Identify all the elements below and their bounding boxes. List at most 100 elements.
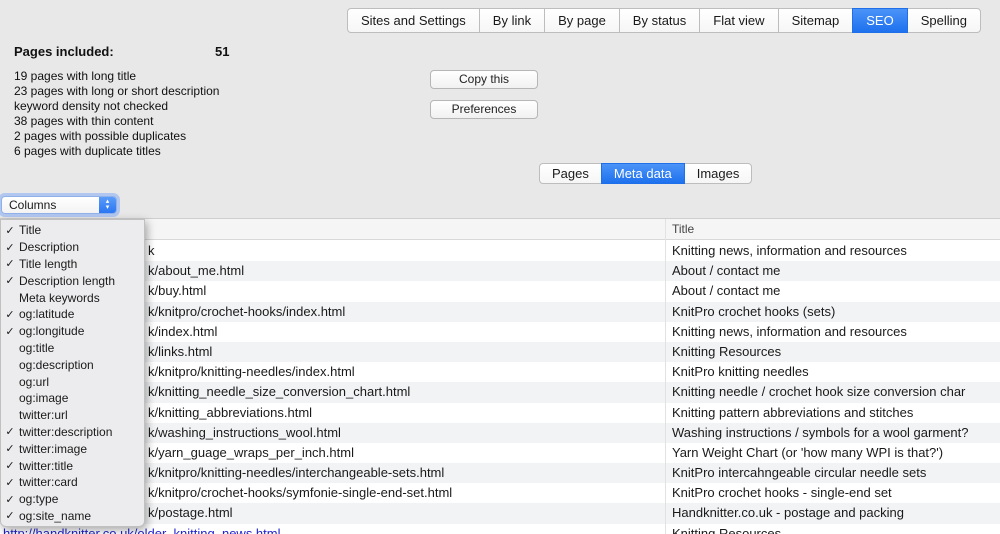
- columns-menu-item[interactable]: ✓ Description: [1, 239, 144, 256]
- main-tab[interactable]: By link: [479, 8, 545, 33]
- table-row[interactable]: k/knitpro/knitting-needles/index.html Kn…: [0, 362, 1000, 382]
- table-row[interactable]: k/knitpro/crochet-hooks/symfonie-single-…: [0, 483, 1000, 503]
- checkmark-icon: ✓: [1, 257, 19, 270]
- table-row[interactable]: k/washing_instructions_wool.html Washing…: [0, 423, 1000, 443]
- checkmark-icon: ✓: [1, 509, 19, 522]
- checkmark-icon: ✓: [1, 224, 19, 237]
- title-cell: Knitting Resources: [672, 342, 1000, 362]
- title-cell: Knitting Resources: [672, 524, 1000, 534]
- menu-item-label: og:url: [19, 375, 49, 389]
- main-tab[interactable]: SEO: [852, 8, 907, 33]
- columns-menu-item[interactable]: ✓ twitter:image: [1, 440, 144, 457]
- main-tab[interactable]: Sitemap: [778, 8, 854, 33]
- columns-menu-item[interactable]: ✓ twitter:card: [1, 474, 144, 491]
- title-cell: Knitting pattern abbreviations and stitc…: [672, 403, 1000, 423]
- table-row[interactable]: k/index.html Knitting news, information …: [0, 322, 1000, 342]
- tab-label: Flat view: [713, 13, 764, 28]
- menu-item-label: og:latitude: [19, 307, 74, 321]
- subtab[interactable]: Images: [684, 163, 753, 184]
- title-column-header[interactable]: Title: [672, 219, 694, 240]
- checkmark-icon: ✓: [1, 241, 19, 254]
- title-cell: KnitPro crochet hooks - single-end set: [672, 483, 1000, 503]
- title-cell: About / contact me: [672, 261, 1000, 281]
- menu-item-label: twitter:description: [19, 425, 112, 439]
- columns-menu-item[interactable]: ✓ Title length: [1, 256, 144, 273]
- table-row[interactable]: k/buy.html About / contact me: [0, 281, 1000, 301]
- results-table: Title k Knitting news, information and r…: [0, 218, 1000, 534]
- main-tab[interactable]: Flat view: [699, 8, 778, 33]
- menu-item-label: og:title: [19, 341, 54, 355]
- subtab-label: Images: [697, 166, 740, 181]
- seo-tool-window: Sites and Settings By link By page By st…: [0, 0, 1000, 534]
- subtab[interactable]: Pages: [539, 163, 602, 184]
- menu-item-label: og:description: [19, 358, 94, 372]
- menu-item-label: twitter:title: [19, 459, 73, 473]
- columns-menu-item[interactable]: og:title: [1, 340, 144, 357]
- column-divider: [665, 219, 666, 534]
- stat-line: 38 pages with thin content: [14, 114, 414, 129]
- tab-label: By page: [558, 13, 606, 28]
- columns-menu-item[interactable]: ✓ twitter:description: [1, 424, 144, 441]
- columns-menu-item[interactable]: ✓ Title: [1, 222, 144, 239]
- checkmark-icon: ✓: [1, 459, 19, 472]
- columns-menu-item[interactable]: ✓ og:site_name: [1, 508, 144, 525]
- tab-label: By link: [493, 13, 531, 28]
- table-row[interactable]: http://handknitter.co.uk/older_knitting_…: [0, 524, 1000, 534]
- table-row[interactable]: k Knitting news, information and resourc…: [0, 241, 1000, 261]
- title-cell: Knitting needle / crochet hook size conv…: [672, 382, 1000, 402]
- columns-menu-item[interactable]: og:url: [1, 373, 144, 390]
- menu-item-label: Title: [19, 223, 41, 237]
- title-cell: Washing instructions / symbols for a woo…: [672, 423, 1000, 443]
- subtab[interactable]: Meta data: [601, 163, 685, 184]
- table-row[interactable]: k/about_me.html About / contact me: [0, 261, 1000, 281]
- columns-menu-item[interactable]: ✓ og:latitude: [1, 306, 144, 323]
- checkmark-icon: ✓: [1, 325, 19, 338]
- caret-down-icon: ▾: [106, 205, 110, 211]
- columns-dropdown-button[interactable]: Columns ▴ ▾: [1, 196, 117, 214]
- tab-label: Sitemap: [792, 13, 840, 28]
- title-cell: Knitting news, information and resources: [672, 241, 1000, 261]
- columns-menu-item[interactable]: ✓ og:type: [1, 491, 144, 508]
- main-tab[interactable]: Sites and Settings: [347, 8, 480, 33]
- menu-item-label: og:type: [19, 492, 58, 506]
- subtab-label: Meta data: [614, 166, 672, 181]
- dropdown-caret-icon: ▴ ▾: [99, 197, 116, 213]
- table-row[interactable]: k/links.html Knitting Resources: [0, 342, 1000, 362]
- table-row[interactable]: k/yarn_guage_wraps_per_inch.html Yarn We…: [0, 443, 1000, 463]
- columns-menu-item[interactable]: og:description: [1, 356, 144, 373]
- menu-item-label: og:site_name: [19, 509, 91, 523]
- checkmark-icon: ✓: [1, 493, 19, 506]
- pages-included-count: 51: [215, 44, 229, 59]
- menu-item-label: twitter:image: [19, 442, 87, 456]
- menu-item-label: twitter:url: [19, 408, 68, 422]
- title-cell: KnitPro intercahngeable circular needle …: [672, 463, 1000, 483]
- table-row[interactable]: k/postage.html Handknitter.co.uk - posta…: [0, 503, 1000, 523]
- title-cell: Knitting news, information and resources: [672, 322, 1000, 342]
- columns-menu-item[interactable]: twitter:url: [1, 407, 144, 424]
- columns-menu-item[interactable]: ✓ og:longitude: [1, 323, 144, 340]
- columns-menu-item[interactable]: Meta keywords: [1, 289, 144, 306]
- table-row[interactable]: k/knitting_abbreviations.html Knitting p…: [0, 403, 1000, 423]
- table-header: Title: [0, 219, 1000, 240]
- checkmark-icon: ✓: [1, 308, 19, 321]
- pages-included-label: Pages included:: [14, 44, 114, 59]
- tab-label: Spelling: [921, 13, 967, 28]
- main-tab[interactable]: By status: [619, 8, 700, 33]
- checkmark-icon: ✓: [1, 442, 19, 455]
- columns-menu-item[interactable]: ✓ twitter:title: [1, 457, 144, 474]
- preferences-button[interactable]: Preferences: [430, 100, 538, 119]
- main-tab[interactable]: Spelling: [907, 8, 981, 33]
- table-row[interactable]: k/knitting_needle_size_conversion_chart.…: [0, 382, 1000, 402]
- columns-menu-item[interactable]: ✓ Description length: [1, 272, 144, 289]
- table-row[interactable]: k/knitpro/knitting-needles/interchangeab…: [0, 463, 1000, 483]
- main-tab[interactable]: By page: [544, 8, 620, 33]
- title-cell: Handknitter.co.uk - postage and packing: [672, 503, 1000, 523]
- checkmark-icon: ✓: [1, 274, 19, 287]
- columns-dropdown-label: Columns: [2, 197, 99, 213]
- copy-this-button[interactable]: Copy this: [430, 70, 538, 89]
- table-row[interactable]: k/knitpro/crochet-hooks/index.html KnitP…: [0, 302, 1000, 322]
- stat-line: 23 pages with long or short description: [14, 84, 414, 99]
- columns-menu-item[interactable]: og:image: [1, 390, 144, 407]
- stat-line: 19 pages with long title: [14, 69, 414, 84]
- summary-head: Pages included: 51: [14, 44, 414, 62]
